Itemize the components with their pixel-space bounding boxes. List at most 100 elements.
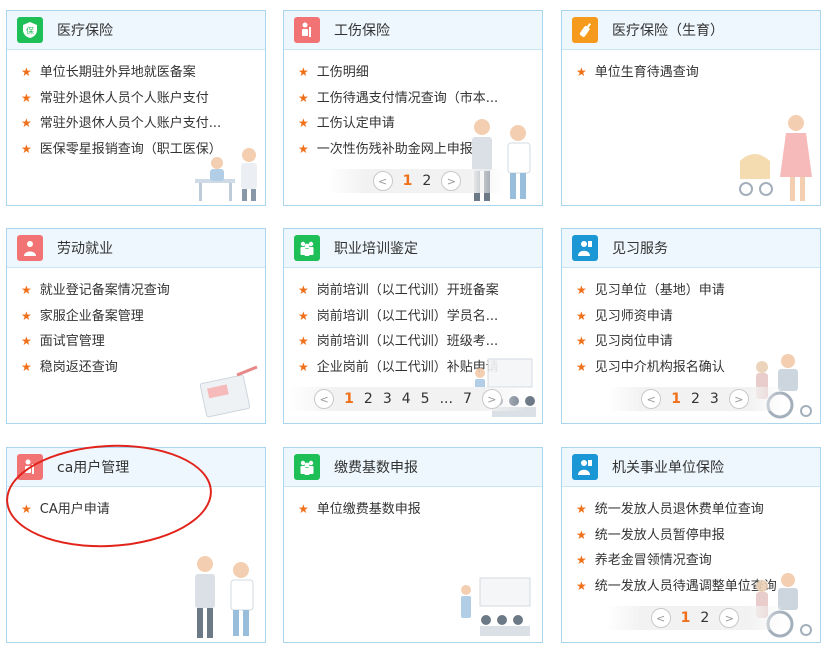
card-title: 医疗保险 (57, 23, 113, 39)
mother-stroller-illustration-icon (739, 115, 812, 201)
star-icon: ★ (298, 116, 309, 130)
injured-person-icon (294, 17, 320, 43)
newspaper-illustration-icon (199, 365, 258, 418)
star-icon: ★ (576, 527, 587, 542)
list-item[interactable]: ★ 常驻外退休人员个人账户支付 (21, 86, 249, 112)
prev-page-button[interactable]: < (641, 389, 662, 409)
intern-person-icon (572, 235, 598, 261)
card-title: 医疗保险（生育） (612, 23, 724, 39)
svg-text:保: 保 (26, 26, 34, 36)
list-item[interactable]: ★ 岗前培训（以工代训）开班备案 (298, 278, 526, 304)
page-ellipsis: ... (439, 391, 453, 407)
list-item[interactable]: ★ 工伤待遇支付情况查询（市本... (298, 86, 526, 112)
ca-user-icon (17, 454, 43, 480)
list-item[interactable]: ★ 见习师资申请 (576, 304, 804, 330)
list-item[interactable]: ★ 单位生育待遇查询 (576, 60, 804, 86)
next-page-button[interactable]: > (728, 389, 749, 409)
pagination: < 1 2 3 4 5 ... 7 > (288, 387, 528, 411)
star-icon: ★ (21, 90, 32, 105)
card-title: 工伤保险 (334, 23, 390, 39)
card-header: ca用户管理 (7, 448, 265, 487)
card-institution-insurance: 机关事业单位保险 ★ 统一发放人员退休费单位查询 ★ 统一发放人员暂停申报 ★ 养老金… (561, 447, 821, 643)
page-number[interactable]: 1 (403, 173, 413, 189)
page-number[interactable]: 4 (402, 391, 411, 407)
list-item[interactable]: ★ 家服企业备案管理 (21, 304, 249, 330)
pagination: < 1 2 > (606, 606, 784, 630)
insurance-shield-icon: 保 (17, 17, 43, 43)
list-item[interactable]: ★ 岗前培训（以工代训）学员名... (298, 304, 526, 330)
baby-bottle-icon (572, 17, 598, 43)
pagination: < 1 2 > (328, 169, 506, 193)
page-number[interactable]: 7 (463, 391, 472, 407)
card-internship-service: 见习服务 ★ 见习单位（基地）申请 ★ 见习师资申请 ★ 见习岗位申请 ★ 见习中介机构… (561, 228, 821, 424)
next-page-button[interactable]: > (441, 171, 462, 191)
card-vocational-training: 职业培训鉴定 ★ 岗前培训（以工代训）开班备案 ★ 岗前培训（以工代训）学员名...… (283, 228, 543, 424)
star-icon: ★ (21, 283, 32, 297)
card-header: 职业培训鉴定 (284, 229, 542, 268)
card-header: 工伤保险 (284, 11, 542, 50)
star-icon: ★ (298, 65, 309, 79)
card-header: 保 医疗保险 (7, 11, 265, 50)
page-number[interactable]: 2 (364, 391, 373, 407)
page-number[interactable]: 2 (691, 391, 700, 407)
page-number[interactable]: 1 (681, 610, 691, 626)
next-page-button[interactable]: > (719, 608, 740, 628)
next-page-button[interactable]: > (481, 389, 502, 409)
prev-page-button[interactable]: < (372, 171, 393, 191)
page-number[interactable]: 2 (422, 173, 431, 189)
star-icon: ★ (21, 334, 32, 348)
page-number[interactable]: 5 (421, 391, 430, 407)
card-medical-insurance: 保 医疗保险 ★ 单位长期驻外异地就医备案 ★ 常驻外退休人员个人账户支付 ★ 常驻外… (6, 10, 266, 206)
card-maternity-insurance: 医疗保险（生育） ★ 单位生育待遇查询 (561, 10, 821, 206)
star-icon: ★ (298, 334, 309, 348)
list-item[interactable]: ★ 工伤明细 (298, 60, 526, 86)
card-labor-employment: 劳动就业 ★ 就业登记备案情况查询 ★ 家服企业备案管理 ★ 面试官管理 ★ 稳岗返还查… (6, 228, 266, 424)
star-icon: ★ (576, 334, 587, 348)
page-number[interactable]: 2 (700, 610, 709, 626)
star-icon: ★ (576, 553, 587, 567)
card-contribution-base-declaration: 缴费基数申报 ★ 单位缴费基数申报 (283, 447, 543, 643)
card-header: 医疗保险（生育） (562, 11, 820, 50)
list-item[interactable]: ★ 见习单位（基地）申请 (576, 278, 804, 304)
star-icon: ★ (576, 359, 587, 374)
card-title: 见习服务 (612, 241, 668, 257)
page-number[interactable]: 1 (671, 391, 681, 407)
page-number[interactable]: 3 (710, 391, 719, 407)
star-icon: ★ (298, 141, 309, 156)
card-title: 缴费基数申报 (334, 460, 418, 476)
list-item[interactable]: ★ 统一发放人员暂停申报 (576, 523, 804, 549)
office-person-icon (572, 454, 598, 480)
prev-page-button[interactable]: < (650, 608, 671, 628)
card-title: 职业培训鉴定 (334, 241, 418, 257)
page-number[interactable]: 1 (344, 391, 354, 407)
list-item[interactable]: ★ 岗前培训（以工代训）班级考... (298, 329, 526, 355)
star-icon: ★ (576, 578, 587, 593)
card-title: 劳动就业 (57, 241, 113, 257)
card-title: 机关事业单位保险 (612, 460, 724, 476)
doctor-patient-illustration-icon (195, 556, 254, 638)
card-title: ca用户管理 (57, 460, 130, 476)
prev-page-button[interactable]: < (314, 389, 335, 409)
star-icon: ★ (298, 283, 309, 297)
list-item[interactable]: ★ 统一发放人员退休费单位查询 (576, 497, 804, 523)
list-item[interactable]: ★ 单位缴费基数申报 (298, 497, 526, 523)
star-icon: ★ (576, 65, 587, 79)
list-item[interactable]: ★ CA用户申请 (21, 497, 249, 523)
list-item[interactable]: ★ 单位长期驻外异地就医备案 (21, 60, 249, 86)
training-group-icon (294, 235, 320, 261)
card-ca-user-management: ca用户管理 ★ CA用户申请 (6, 447, 266, 643)
medical-desk-illustration-icon (195, 148, 257, 201)
list-item[interactable]: ★ 常驻外退休人员个人账户支付... (21, 111, 249, 137)
card-header: 缴费基数申报 (284, 448, 542, 487)
card-header: 见习服务 (562, 229, 820, 268)
card-work-injury-insurance: 工伤保险 ★ 工伤明细 ★ 工伤待遇支付情况查询（市本... ★ 工伤认定申请 ★ 一次… (283, 10, 543, 206)
pagination: < 1 2 3 > (606, 387, 784, 411)
star-icon: ★ (21, 359, 32, 374)
list-item[interactable]: ★ 面试官管理 (21, 329, 249, 355)
star-icon: ★ (298, 308, 309, 323)
list-item[interactable]: ★ 就业登记备案情况查询 (21, 278, 249, 304)
star-icon: ★ (298, 90, 309, 105)
card-header: 机关事业单位保险 (562, 448, 820, 487)
page-number[interactable]: 3 (383, 391, 392, 407)
star-icon: ★ (298, 502, 309, 516)
